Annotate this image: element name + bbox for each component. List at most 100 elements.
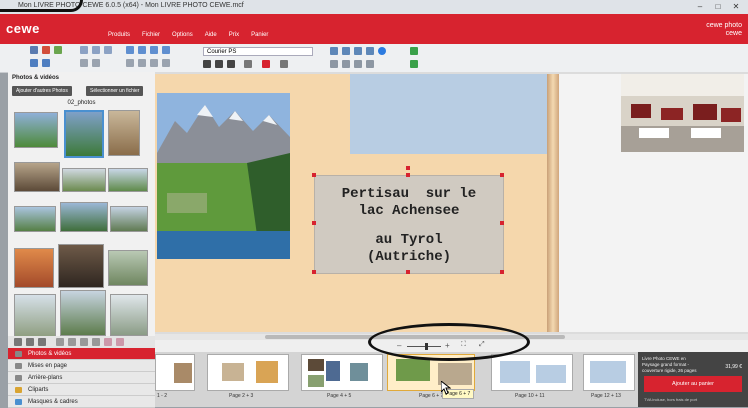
photo-thumbnail[interactable] [64, 110, 104, 158]
guides-icon[interactable] [342, 60, 350, 68]
text-color-icon[interactable] [262, 60, 270, 68]
photo-thumbnail[interactable] [58, 244, 104, 288]
left-page[interactable]: Pertisau sur le lac Achensee au Tyrol (A… [155, 74, 548, 332]
add-text-icon[interactable] [330, 47, 338, 55]
photo-thumbnail[interactable] [108, 250, 148, 286]
caption-text-box[interactable]: Pertisau sur le lac Achensee au Tyrol (A… [314, 175, 504, 274]
photo-thumbnail[interactable] [60, 202, 108, 232]
accordion-photos[interactable]: Photos & vidéos [8, 348, 155, 360]
resize-handle[interactable] [406, 270, 410, 274]
distribute-icon[interactable] [162, 46, 170, 54]
resize-handle[interactable] [312, 173, 316, 177]
sort-icon[interactable] [14, 338, 22, 346]
zoom-photo-icon[interactable] [162, 59, 170, 67]
accordion-cliparts[interactable]: Cliparts [8, 384, 155, 396]
annotation-ellipse-corner [0, 0, 83, 12]
menu-options[interactable]: Options [172, 32, 193, 38]
thumb-size-icon[interactable] [104, 338, 112, 346]
paste-icon[interactable] [104, 46, 112, 54]
italic-icon[interactable] [215, 60, 223, 68]
photo-thumbnail[interactable] [62, 168, 106, 192]
photo-thumbnail[interactable] [108, 110, 140, 156]
page-thumbnail[interactable] [155, 354, 195, 391]
photo-thumbnail[interactable] [14, 162, 60, 192]
check-icon[interactable] [410, 60, 418, 68]
minimize-button[interactable]: – [694, 1, 706, 12]
layer-up-icon[interactable] [126, 59, 134, 67]
font-family-select[interactable]: Courier PS [203, 47, 313, 56]
thumb-size-icon[interactable] [68, 338, 76, 346]
resize-handle[interactable] [500, 173, 504, 177]
add-photo-icon[interactable] [342, 47, 350, 55]
add-shape-icon[interactable] [366, 47, 374, 55]
font-size-icon[interactable] [244, 60, 252, 68]
menu-prix[interactable]: Prix [229, 32, 239, 38]
map-icon[interactable] [378, 47, 386, 55]
add-to-cart-button[interactable]: Ajouter au panier [644, 376, 742, 392]
add-clipart-icon[interactable] [354, 47, 362, 55]
right-page[interactable] [559, 74, 748, 332]
photo-thumbnail[interactable] [60, 290, 106, 336]
align-right-icon[interactable] [150, 46, 158, 54]
resize-handle[interactable] [406, 173, 410, 177]
photo-thumbnail[interactable] [14, 206, 56, 232]
page-thumbnail[interactable] [207, 354, 289, 391]
resize-handle[interactable] [312, 270, 316, 274]
layer-down-icon[interactable] [138, 59, 146, 67]
photo-thumbnail[interactable] [14, 112, 58, 148]
page-thumbnail[interactable] [583, 354, 635, 391]
accordion-layouts[interactable]: Mises en page [8, 360, 155, 372]
photo-thumbnail[interactable] [110, 206, 148, 232]
save-icon[interactable] [42, 46, 50, 54]
page-thumbnail[interactable] [491, 354, 573, 391]
page-thumbnail[interactable] [301, 354, 383, 391]
undo-icon[interactable] [30, 59, 38, 67]
blue-background-block[interactable] [350, 74, 548, 154]
rotate-icon[interactable] [80, 59, 88, 67]
crop-icon[interactable] [150, 59, 158, 67]
grid-icon[interactable] [330, 60, 338, 68]
add-photos-button[interactable]: Ajouter d'autres Photos [12, 86, 72, 96]
menu-aide[interactable]: Aide [205, 32, 217, 38]
caption-line: au Tyrol [375, 232, 443, 248]
menu-panier[interactable]: Panier [251, 32, 268, 38]
maximize-button[interactable]: □ [712, 1, 724, 12]
select-file-button[interactable]: Sélectionner un fichier [86, 86, 144, 96]
snap-icon[interactable] [354, 60, 362, 68]
align-left-icon[interactable] [126, 46, 134, 54]
cut-icon[interactable] [80, 46, 88, 54]
bold-icon[interactable] [203, 60, 211, 68]
accordion-backgrounds[interactable]: Arrière-plans [8, 372, 155, 384]
filter-icon[interactable] [26, 338, 34, 346]
flip-icon[interactable] [92, 59, 100, 67]
preview-icon[interactable] [366, 60, 374, 68]
thumb-size-icon[interactable] [116, 338, 124, 346]
quality-icon[interactable] [410, 47, 418, 55]
close-button[interactable]: ✕ [730, 1, 742, 12]
align-center-icon[interactable] [138, 46, 146, 54]
new-project-icon[interactable] [30, 46, 38, 54]
mountain-lake-photo[interactable] [157, 93, 290, 259]
photo-thumbnail[interactable] [14, 248, 54, 288]
text-align-icon[interactable] [280, 60, 288, 68]
redo-icon[interactable] [42, 59, 50, 67]
open-icon[interactable] [54, 46, 62, 54]
thumb-size-icon[interactable] [56, 338, 64, 346]
restaurant-photo[interactable] [621, 74, 744, 152]
accordion-label: Mises en page [28, 363, 68, 369]
view-icon[interactable] [38, 338, 46, 346]
underline-icon[interactable] [227, 60, 235, 68]
resize-handle[interactable] [500, 221, 504, 225]
accordion-masks[interactable]: Masques & cadres [8, 396, 155, 408]
resize-handle[interactable] [312, 221, 316, 225]
menu-produits[interactable]: Produits [108, 32, 130, 38]
menu-fichier[interactable]: Fichier [142, 32, 160, 38]
photo-thumbnail[interactable] [110, 294, 148, 336]
photo-thumbnail[interactable] [14, 294, 56, 340]
photo-thumbnail[interactable] [108, 168, 148, 192]
resize-handle[interactable] [500, 270, 504, 274]
rotate-handle[interactable] [406, 166, 410, 170]
thumb-size-icon[interactable] [80, 338, 88, 346]
copy-icon[interactable] [92, 46, 100, 54]
thumb-size-icon[interactable] [92, 338, 100, 346]
